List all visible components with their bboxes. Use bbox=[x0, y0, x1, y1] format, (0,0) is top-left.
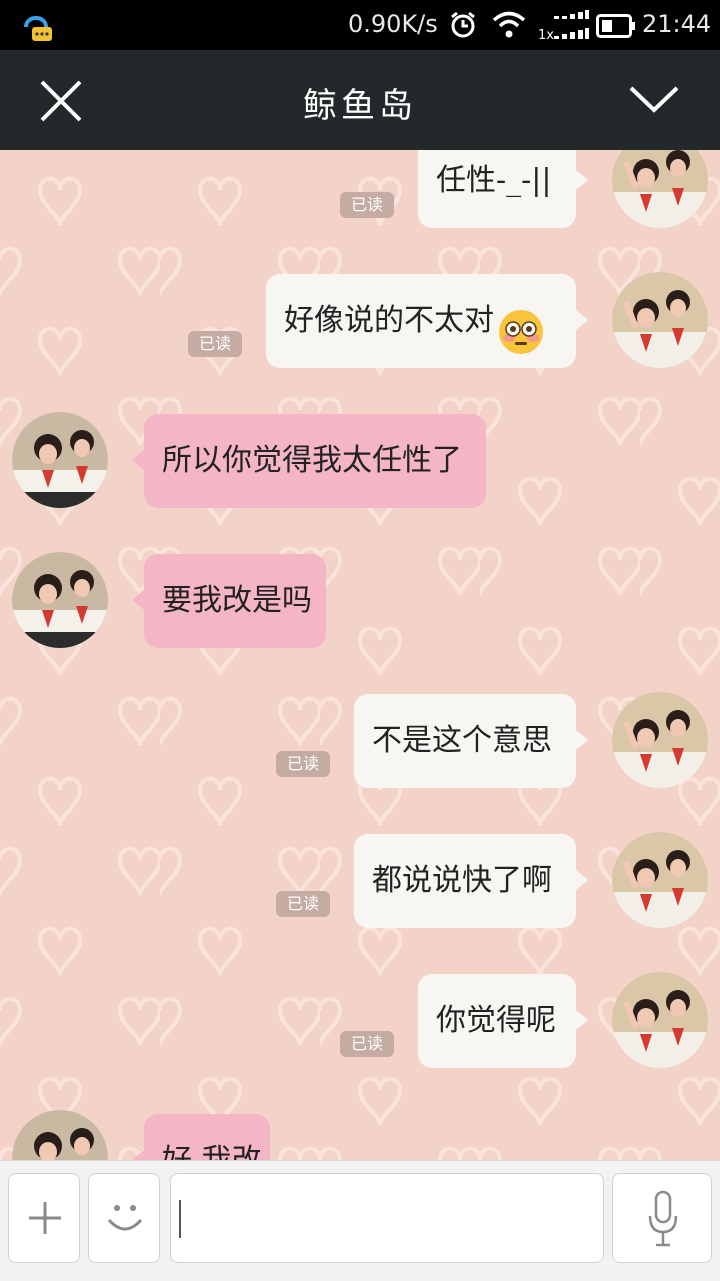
signal-icon bbox=[552, 10, 590, 42]
read-receipt: 已读 bbox=[188, 331, 242, 357]
plus-icon bbox=[27, 1200, 63, 1236]
chevron-down-icon[interactable] bbox=[628, 84, 680, 114]
message-bubble-sent[interactable]: 好像说的不太对 bbox=[266, 274, 588, 368]
text-cursor bbox=[179, 1200, 181, 1238]
avatar[interactable] bbox=[12, 412, 108, 508]
message-bubble-sent[interactable]: 不是这个意思 bbox=[354, 694, 588, 788]
plus-button[interactable] bbox=[8, 1173, 80, 1263]
avatar[interactable] bbox=[612, 832, 708, 928]
read-receipt: 已读 bbox=[276, 751, 330, 777]
message-bubble-sent[interactable]: 你觉得呢 bbox=[418, 974, 588, 1068]
smile-icon bbox=[105, 1196, 145, 1236]
read-receipt: 已读 bbox=[340, 1031, 394, 1057]
message-bubble-sent[interactable]: 都说说快了啊 bbox=[354, 834, 588, 928]
battery-icon bbox=[596, 14, 636, 38]
read-receipt: 已读 bbox=[340, 192, 394, 218]
message-bubble-received[interactable]: 要我改是吗 bbox=[132, 554, 326, 648]
avatar[interactable] bbox=[612, 272, 708, 368]
message-bubble-received[interactable]: 所以你觉得我太任性了 bbox=[132, 414, 486, 508]
wifi-icon bbox=[492, 10, 526, 40]
page-title: 鲸鱼岛 bbox=[303, 86, 417, 126]
clock: 21:44 bbox=[642, 10, 712, 38]
emoji-button[interactable] bbox=[88, 1173, 160, 1263]
flushed-face-icon bbox=[498, 299, 544, 354]
avatar[interactable] bbox=[612, 972, 708, 1068]
avatar[interactable] bbox=[12, 552, 108, 648]
message-text: 好像说的不太对 bbox=[284, 303, 494, 338]
title-bar: 鲸鱼岛 bbox=[0, 50, 720, 150]
read-receipt: 已读 bbox=[276, 891, 330, 917]
chat-app-icon bbox=[18, 7, 54, 43]
input-bar bbox=[0, 1160, 720, 1281]
alarm-icon bbox=[448, 10, 478, 40]
microphone-icon bbox=[647, 1190, 679, 1248]
message-bubble-received[interactable]: 好 我改 bbox=[132, 1114, 270, 1160]
status-bar: 0.90K/s 1x 21:44 bbox=[0, 0, 720, 50]
message-input[interactable] bbox=[170, 1173, 604, 1263]
message-bubble-sent[interactable]: 任性-_-|| bbox=[418, 150, 588, 228]
chat-area[interactable]: 任性-_-|| 已读 好像说的不太对 已读 所以你觉得我太任性了 要我改是吗 不… bbox=[0, 150, 720, 1160]
network-speed: 0.90K/s bbox=[348, 10, 438, 38]
avatar[interactable] bbox=[612, 692, 708, 788]
voice-button[interactable] bbox=[612, 1173, 712, 1263]
